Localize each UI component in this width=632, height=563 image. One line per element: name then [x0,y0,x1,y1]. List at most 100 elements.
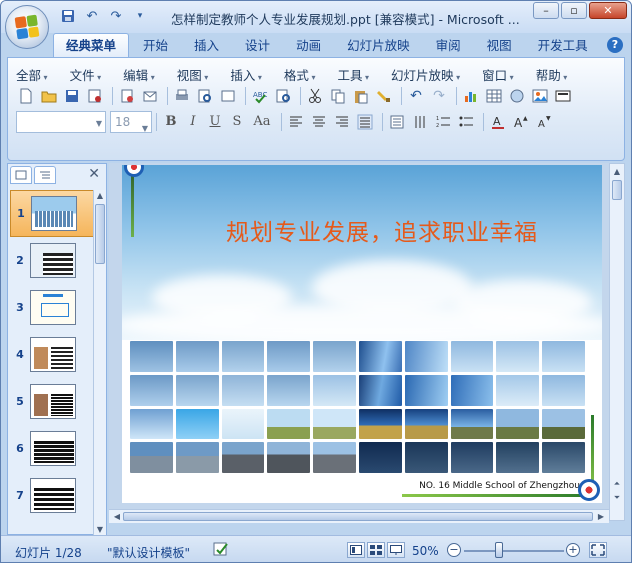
tab-animations[interactable]: 动画 [284,35,333,57]
menu-all[interactable]: 全部 [16,65,48,84]
tab-developer[interactable]: 开发工具 [526,35,600,57]
scroll-up-icon[interactable]: ▲ [94,190,106,202]
chart-icon[interactable] [461,86,481,106]
undo-icon[interactable]: ↶ [83,8,101,24]
save-icon[interactable] [59,8,77,24]
tab-slideshow[interactable]: 幻灯片放映 [335,35,422,57]
normal-view-icon[interactable] [347,542,365,558]
bullets-icon[interactable] [456,112,476,132]
new-icon[interactable] [16,86,36,106]
scrollbar-thumb[interactable] [95,204,105,264]
zoom-slider-thumb[interactable] [495,542,503,558]
numbering-icon[interactable]: 12 [433,112,453,132]
current-slide[interactable]: 规划专业发展，追求职业幸福 NO. 16 Middle School of Zh… [122,165,602,503]
slide-sorter-icon[interactable] [367,542,385,558]
font-size-select[interactable]: 18 ▼ [110,111,152,133]
next-slide-icon[interactable]: ⏷ [611,492,623,504]
save-icon[interactable] [62,86,82,106]
scrollbar-thumb[interactable] [612,180,622,200]
slide-thumbnail[interactable]: 2 [10,237,94,284]
slide-thumbnail[interactable]: 6 [10,425,94,472]
print-preview-icon[interactable] [117,86,137,106]
horizontal-scrollbar[interactable]: ◀ ▶ [109,509,609,523]
bold-button[interactable]: B [161,112,181,132]
menu-window[interactable]: 窗口 [482,65,514,84]
preview-icon[interactable] [195,86,215,106]
font-name-select[interactable]: ▼ [16,111,106,133]
permission-icon[interactable] [85,86,105,106]
view-icon[interactable] [218,86,238,106]
align-right-icon[interactable] [332,112,352,132]
tab-insert[interactable]: 插入 [182,35,231,57]
slide-thumbnail[interactable]: 4 [10,331,94,378]
increase-font-icon[interactable]: A ▲ [511,112,531,132]
tab-classic-menu[interactable]: 经典菜单 [53,33,130,57]
menu-file[interactable]: 文件 [70,65,102,84]
slide-footer[interactable]: NO. 16 Middle School of Zhengzhou [419,481,580,491]
shadow-button[interactable]: S [227,112,247,132]
customize-icon[interactable]: ▾ [131,8,149,24]
cut-icon[interactable] [305,86,325,106]
table-icon[interactable] [484,86,504,106]
minimize-button[interactable]: – [533,2,559,19]
italic-button[interactable]: I [183,112,203,132]
slideshow-view-icon[interactable] [387,542,405,558]
undo-icon[interactable]: ↶ [406,86,426,106]
grid-icon[interactable] [507,86,527,106]
menu-edit[interactable]: 编辑 [123,65,155,84]
scroll-up-icon[interactable]: ▲ [611,166,623,178]
underline-button[interactable]: U [205,112,225,132]
paste-icon[interactable] [351,86,371,106]
spelling-icon[interactable]: ABC [250,86,270,106]
menu-tools[interactable]: 工具 [337,65,369,84]
copy-icon[interactable] [328,86,348,106]
zoom-slider[interactable] [464,550,564,552]
spelling-status-icon[interactable] [213,541,231,560]
text-box-icon[interactable] [387,112,407,132]
zoom-in-icon[interactable]: + [566,543,580,557]
slide-thumbnail[interactable]: 7 [10,472,94,519]
slide-icon[interactable] [553,86,573,106]
office-button[interactable] [5,5,49,49]
help-icon[interactable]: ? [607,37,623,53]
tab-review[interactable]: 审阅 [424,35,473,57]
research-icon[interactable] [273,86,293,106]
scroll-left-icon[interactable]: ◀ [111,511,123,523]
slides-tab-icon[interactable] [10,166,32,184]
previous-slide-icon[interactable]: ⏶ [611,478,623,490]
slide-thumbnail[interactable]: 5 [10,378,94,425]
print-icon[interactable] [172,86,192,106]
restore-button[interactable]: ▫ [561,2,587,19]
slide-thumbnail[interactable]: 3 [10,284,94,331]
slides-panel-scrollbar[interactable]: ▲ ▼ [93,190,106,536]
menu-slideshow[interactable]: 幻灯片放映 [391,65,460,84]
text-direction-icon[interactable] [410,112,430,132]
vertical-scrollbar[interactable]: ▲ ⏶ ⏷ [609,163,625,521]
align-left-icon[interactable] [286,112,306,132]
outline-tab-icon[interactable] [34,166,56,184]
menu-insert[interactable]: 插入 [230,65,262,84]
scroll-right-icon[interactable]: ▶ [595,511,607,523]
slide-title[interactable]: 规划专业发展，追求职业幸福 [182,213,582,247]
tab-design[interactable]: 设计 [233,35,282,57]
format-painter-icon[interactable] [374,86,394,106]
picture-icon[interactable] [530,86,550,106]
scrollbar-thumb[interactable] [123,512,593,521]
close-button[interactable]: ✕ [589,2,627,19]
change-case-button[interactable]: Aa [249,112,275,132]
menu-format[interactable]: 格式 [284,65,316,84]
redo-icon[interactable]: ↷ [429,86,449,106]
zoom-out-icon[interactable]: − [447,543,461,557]
close-icon[interactable]: ✕ [88,166,100,182]
font-color-icon[interactable]: A [488,112,508,132]
fit-to-window-icon[interactable] [589,542,607,558]
email-icon[interactable] [140,86,160,106]
menu-help[interactable]: 帮助 [536,65,568,84]
zoom-level[interactable]: 50% [412,544,439,558]
redo-icon[interactable]: ↷ [107,8,125,24]
decrease-font-icon[interactable]: A ▼ [534,112,554,132]
menu-view[interactable]: 视图 [177,65,209,84]
justify-icon[interactable] [355,112,375,132]
align-center-icon[interactable] [309,112,329,132]
tab-view[interactable]: 视图 [475,35,524,57]
